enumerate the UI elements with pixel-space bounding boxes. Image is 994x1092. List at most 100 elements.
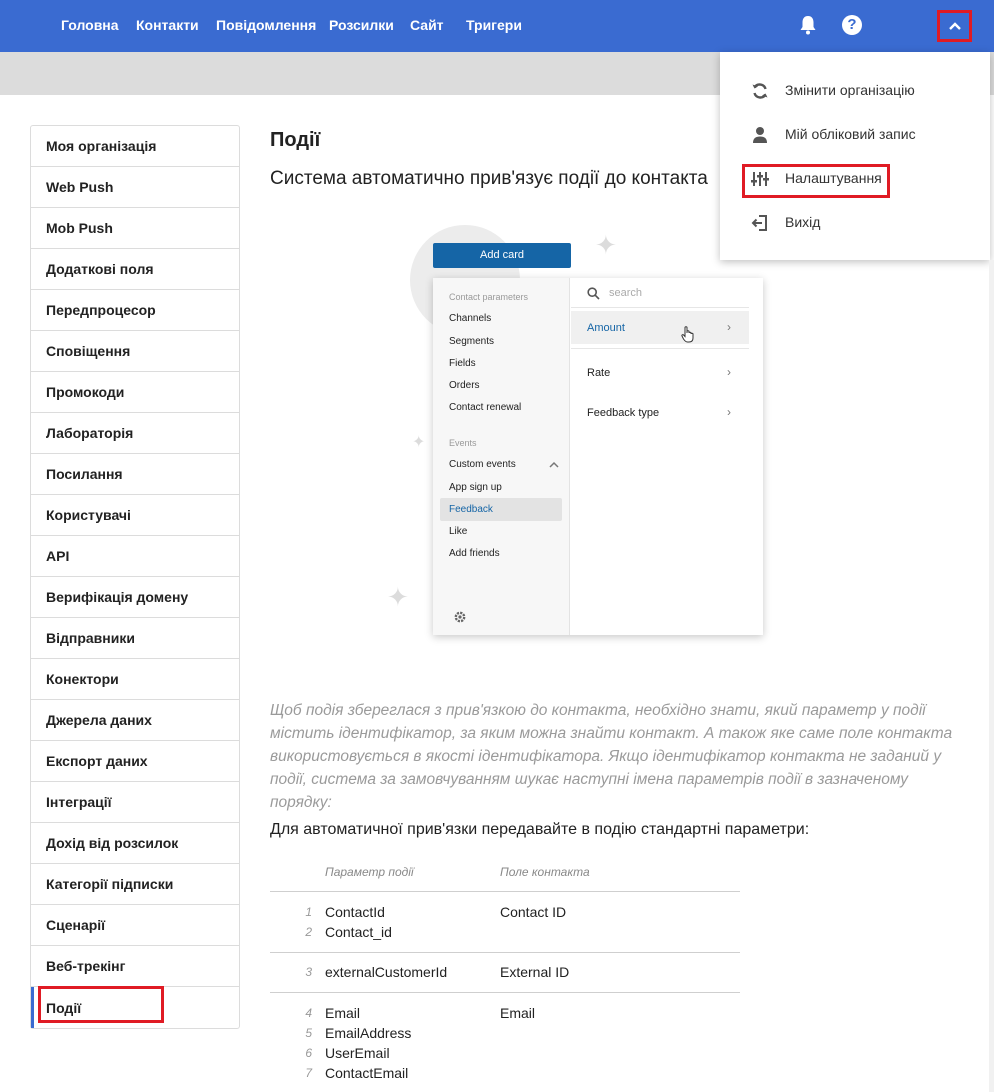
attribute-item-selected: Amount <box>587 322 625 334</box>
row-number: 3 <box>305 965 312 979</box>
picker-item: Contact renewal <box>449 402 522 413</box>
sidebar-item-mob-push[interactable]: Mob Push <box>31 208 239 249</box>
attribute-item: Feedback type <box>587 407 660 419</box>
menu-item-change-organization[interactable]: Змінити організацію <box>750 79 980 103</box>
picker-item: Fields <box>449 358 476 369</box>
sidebar-item-integrations[interactable]: Інтеграції <box>31 782 239 823</box>
sidebar-item-preprocessor[interactable]: Передпроцесор <box>31 290 239 331</box>
sidebar-item-additional-fields[interactable]: Додаткові поля <box>31 249 239 290</box>
logout-icon <box>751 215 767 231</box>
event-parameter: ContactId <box>325 904 385 920</box>
picker-panel: Contact parameters Channels Segments Fie… <box>433 278 763 635</box>
user-dropdown-menu: Змінити організацію Мій обліковий запис … <box>720 52 990 260</box>
search-placeholder: search <box>609 287 643 299</box>
menu-item-label: Вихід <box>785 214 821 230</box>
nav-item-home[interactable]: Головна <box>61 17 119 33</box>
menu-item-logout[interactable]: Вихід <box>750 211 980 235</box>
contact-parameters-header: Contact parameters <box>449 292 529 302</box>
sidebar-item-my-organization[interactable]: Моя організація <box>31 126 239 167</box>
chevron-right-icon: › <box>727 365 731 379</box>
highlight-box-settings <box>742 164 890 198</box>
picker-item: Segments <box>449 336 495 347</box>
nav-item-triggers[interactable]: Тригери <box>466 17 522 33</box>
sidebar-item-connectors[interactable]: Конектори <box>31 659 239 700</box>
sidebar-item-web-tracking[interactable]: Веб-трекінг <box>31 946 239 987</box>
event-parameter: EmailAddress <box>325 1025 412 1041</box>
row-number: 6 <box>305 1046 312 1060</box>
nav-item-contacts[interactable]: Контакти <box>136 17 199 33</box>
nav-item-messages[interactable]: Повідомлення <box>216 17 316 33</box>
gear-icon <box>454 611 466 623</box>
top-nav: Головна Контакти Повідомлення Розсилки С… <box>0 0 994 52</box>
sidebar-item-laboratory[interactable]: Лабораторія <box>31 413 239 454</box>
row-number: 2 <box>305 925 312 939</box>
row-number: 4 <box>305 1006 312 1020</box>
table-row: 3 externalCustomerId External ID <box>270 952 740 992</box>
picker-item: App sign up <box>449 482 502 493</box>
row-number: 7 <box>305 1066 312 1080</box>
picker-item-selected: Feedback <box>449 504 493 515</box>
chevron-right-icon: › <box>727 405 731 419</box>
event-parameter: ContactEmail <box>325 1065 409 1081</box>
menu-item-label: Мій обліковий запис <box>785 126 916 142</box>
nav-item-campaigns[interactable]: Розсилки <box>329 17 394 33</box>
event-picker-illustration: ✦ ✦ ✦ Add card Contact parameters Channe… <box>370 210 770 660</box>
sidebar-item-campaign-revenue[interactable]: Дохід від розсилок <box>31 823 239 864</box>
divider <box>571 348 749 349</box>
menu-item-label: Змінити організацію <box>785 82 915 98</box>
picker-item: Custom events <box>449 459 516 470</box>
table-lead-text: Для автоматичної прив'язки передавайте в… <box>270 821 810 838</box>
picker-search: search <box>571 278 749 308</box>
picker-item: Channels <box>449 313 492 324</box>
sidebar-item-data-export[interactable]: Експорт даних <box>31 741 239 782</box>
user-menu-toggle[interactable] <box>937 10 972 42</box>
picker-categories: Contact parameters Channels Segments Fie… <box>433 278 570 635</box>
page-subtitle: Система автоматично прив'язує події до к… <box>270 168 708 189</box>
event-parameter: Contact_id <box>325 924 392 940</box>
picker-item: Add friends <box>449 548 500 559</box>
sidebar-item-senders[interactable]: Відправники <box>31 618 239 659</box>
chevron-right-icon: › <box>727 320 731 334</box>
sidebar-item-promocodes[interactable]: Промокоди <box>31 372 239 413</box>
table-row: 1 ContactId 2 Contact_id Contact ID <box>270 891 740 952</box>
event-parameter: Email <box>325 1005 361 1021</box>
picker-item: Like <box>449 526 468 537</box>
sidebar-item-subscription-categories[interactable]: Категорії підписки <box>31 864 239 905</box>
sidebar-item-domain-verification[interactable]: Верифікація домену <box>31 577 239 618</box>
row-number: 1 <box>305 905 312 919</box>
hand-cursor-icon <box>681 326 694 343</box>
sidebar-item-notifications[interactable]: Сповіщення <box>31 331 239 372</box>
search-icon <box>587 287 600 300</box>
contact-field: External ID <box>500 964 570 980</box>
settings-sidebar: Моя організація Web Push Mob Push Додатк… <box>30 125 240 1029</box>
chevron-up-icon <box>549 461 559 468</box>
attribute-item: Rate <box>587 367 611 379</box>
column-header-contact-field: Поле контакта <box>500 865 590 879</box>
page-title: Події <box>270 129 321 151</box>
highlight-box-events <box>38 986 164 1023</box>
bell-icon[interactable] <box>798 14 818 36</box>
sidebar-item-data-sources[interactable]: Джерела даних <box>31 700 239 741</box>
table-row: 4 Email 5 EmailAddress 6 UserEmail 7 Con… <box>270 992 740 1092</box>
row-number: 5 <box>305 1026 312 1040</box>
scrollbar-track[interactable] <box>989 260 994 1092</box>
sidebar-item-scenarios[interactable]: Сценарії <box>31 905 239 946</box>
add-card-button: Add card <box>433 243 571 268</box>
contact-field: Contact ID <box>500 904 567 920</box>
sparkle-icon: ✦ <box>595 230 617 260</box>
sparkle-icon: ✦ <box>412 434 426 451</box>
chevron-up-icon <box>949 22 961 30</box>
person-icon <box>753 127 767 143</box>
event-parameter: UserEmail <box>325 1045 390 1061</box>
sparkle-icon: ✦ <box>387 582 409 612</box>
events-header: Events <box>449 438 477 448</box>
nav-item-site[interactable]: Сайт <box>410 17 444 33</box>
sidebar-item-links[interactable]: Посилання <box>31 454 239 495</box>
column-header-event-parameter: Параметр події <box>325 865 414 879</box>
sidebar-item-api[interactable]: API <box>31 536 239 577</box>
sidebar-item-users[interactable]: Користувачі <box>31 495 239 536</box>
help-icon[interactable]: ? <box>842 15 862 35</box>
menu-item-my-account[interactable]: Мій обліковий запис <box>750 123 980 147</box>
sync-icon <box>752 83 768 99</box>
sidebar-item-web-push[interactable]: Web Push <box>31 167 239 208</box>
